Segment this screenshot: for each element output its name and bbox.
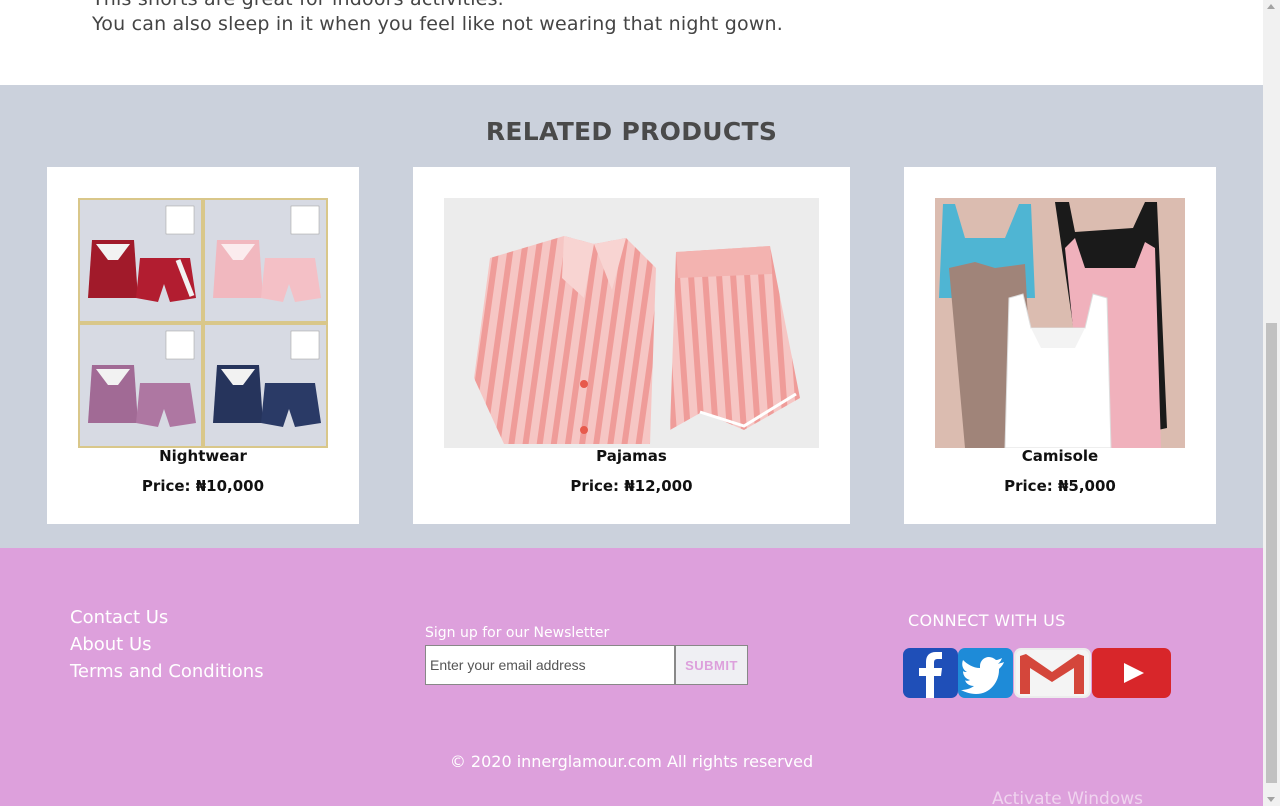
product-card-nightwear[interactable]: Nightwear Price: ₦10,000 (47, 167, 359, 524)
product-price: Price: ₦5,000 (1004, 477, 1116, 495)
footer-link-terms[interactable]: Terms and Conditions (70, 658, 264, 685)
footer-link-contact-us[interactable]: Contact Us (70, 604, 264, 631)
product-name[interactable]: Camisole (904, 447, 1216, 465)
twitter-icon[interactable] (958, 648, 1013, 698)
nightwear-collage-image (78, 198, 328, 448)
page-scrollbar[interactable] (1263, 0, 1280, 806)
scrollbar-thumb[interactable] (1266, 323, 1277, 783)
pajamas-image (444, 198, 819, 448)
activate-windows-watermark: Activate Windows (992, 789, 1143, 806)
footer-links: Contact Us About Us Terms and Conditions (70, 604, 264, 685)
product-name[interactable]: Nightwear (47, 447, 359, 465)
copyright-text: © 2020 innerglamour.com All rights reser… (449, 752, 814, 771)
product-image-camisole[interactable] (935, 198, 1185, 448)
connect-heading: CONNECT WITH US (908, 611, 1066, 630)
facebook-icon[interactable] (903, 648, 958, 698)
footer-link-about-us[interactable]: About Us (70, 631, 264, 658)
product-card-camisole[interactable]: Camisole Price: ₦5,000 (904, 167, 1216, 524)
product-image-pajamas[interactable] (444, 198, 819, 448)
description-line: This shorts are great for indoors activi… (92, 0, 504, 10)
camisole-image (935, 198, 1185, 448)
related-products-heading: RELATED PRODUCTS (485, 117, 778, 146)
product-name[interactable]: Pajamas (413, 447, 850, 465)
youtube-icon[interactable] (1092, 648, 1171, 698)
scroll-down-arrow-icon[interactable] (1267, 797, 1275, 802)
product-card-pajamas[interactable]: Pajamas Price: ₦12,000 (413, 167, 850, 524)
site-footer: Contact Us About Us Terms and Conditions… (0, 548, 1263, 806)
newsletter-email-input[interactable] (425, 645, 675, 685)
product-image-nightwear[interactable] (78, 198, 328, 448)
product-description: This shorts are great for indoors activi… (0, 0, 1263, 85)
related-products-section: RELATED PRODUCTS Nightwear Price: ₦10,00… (0, 85, 1263, 548)
newsletter-submit-button[interactable]: SUBMIT (675, 645, 748, 685)
gmail-icon[interactable] (1014, 648, 1091, 698)
scroll-up-arrow-icon[interactable] (1267, 4, 1275, 9)
newsletter-label: Sign up for our Newsletter (425, 625, 610, 641)
product-price: Price: ₦10,000 (141, 477, 265, 495)
product-price: Price: ₦12,000 (570, 477, 693, 495)
description-line: You can also sleep in it when you feel l… (92, 13, 784, 35)
